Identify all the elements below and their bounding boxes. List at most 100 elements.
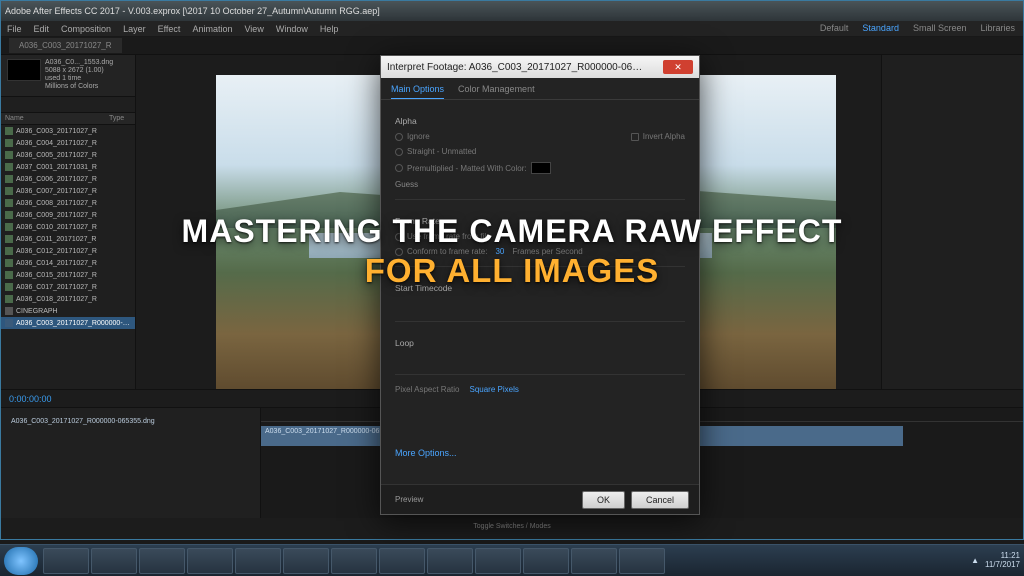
preview-toggle[interactable]: Preview xyxy=(391,495,576,504)
dialog-titlebar[interactable]: Interpret Footage: A036_C003_20171027_R0… xyxy=(381,56,699,78)
selected-colors: Millions of Colors xyxy=(45,83,113,90)
taskbar-clock[interactable]: 11:21 11/7/2017 xyxy=(985,552,1020,570)
project-item[interactable]: A036_C003_20171027_R xyxy=(1,125,135,137)
project-search[interactable] xyxy=(1,97,135,113)
comp-icon xyxy=(5,175,13,183)
project-item[interactable]: A036_C003_20171027_R000000-065355.dng xyxy=(1,317,135,329)
workspace-small[interactable]: Small Screen xyxy=(913,23,967,33)
project-item-name: A036_C004_20171027_R xyxy=(16,140,131,147)
layer-name: A036_C003_20171027_R000000-065355.dng xyxy=(11,418,155,425)
project-item[interactable]: CINEGRAPH xyxy=(1,305,135,317)
dialog-footer: Preview OK Cancel xyxy=(381,484,699,514)
selected-used: used 1 time xyxy=(45,75,113,82)
comp-tabs: A036_C003_20171027_R xyxy=(1,37,1023,55)
matte-color-swatch[interactable] xyxy=(531,162,551,174)
project-item[interactable]: A036_C006_20171027_R xyxy=(1,173,135,185)
taskbar-item[interactable] xyxy=(91,548,137,574)
project-item[interactable]: A036_C008_20171027_R xyxy=(1,197,135,209)
menu-composition[interactable]: Composition xyxy=(61,24,111,34)
taskbar-item[interactable] xyxy=(139,548,185,574)
taskbar-item[interactable] xyxy=(427,548,473,574)
project-header: A036_C0..._1553.dng 5088 x 2672 (1.00) u… xyxy=(1,55,135,97)
taskbar-item[interactable] xyxy=(523,548,569,574)
taskbar-item[interactable] xyxy=(475,548,521,574)
start-button[interactable] xyxy=(4,547,38,575)
workspace-standard[interactable]: Standard xyxy=(862,23,899,33)
comp-icon xyxy=(5,139,13,147)
cancel-button[interactable]: Cancel xyxy=(631,491,689,509)
workspace-libraries[interactable]: Libraries xyxy=(980,23,1015,33)
project-thumb xyxy=(7,59,41,81)
taskbar-item[interactable] xyxy=(43,548,89,574)
image-icon xyxy=(5,319,13,327)
selected-name: A036_C0..._1553.dng xyxy=(45,59,113,66)
project-item[interactable]: A036_C004_20171027_R xyxy=(1,137,135,149)
project-item[interactable]: A036_C005_20171027_R xyxy=(1,149,135,161)
taskbar-item[interactable] xyxy=(187,548,233,574)
comp-icon xyxy=(5,127,13,135)
comp-icon xyxy=(5,187,13,195)
opt-ignore[interactable]: Ignore xyxy=(395,132,430,141)
loop-section: Loop xyxy=(395,338,685,348)
col-name[interactable]: Name xyxy=(1,113,105,124)
project-item[interactable]: A036_C007_20171027_R xyxy=(1,185,135,197)
opt-invert-alpha[interactable]: Invert Alpha xyxy=(631,132,685,141)
project-item[interactable]: A037_C001_20171031_R xyxy=(1,161,135,173)
project-item[interactable]: A036_C018_20171027_R xyxy=(1,293,135,305)
project-item-name: A036_C003_20171027_R xyxy=(16,128,131,135)
tab-color-management[interactable]: Color Management xyxy=(458,84,535,99)
taskbar-item[interactable] xyxy=(619,548,665,574)
pixel-aspect-row: Pixel Aspect Ratio Square Pixels xyxy=(395,385,685,394)
tray-icon[interactable]: ▲ xyxy=(971,556,979,565)
timeline-layer-row[interactable]: A036_C003_20171027_R000000-065355.dng xyxy=(9,412,252,431)
taskbar-item[interactable] xyxy=(283,548,329,574)
taskbar-item[interactable] xyxy=(571,548,617,574)
menu-window[interactable]: Window xyxy=(276,24,308,34)
pixel-aspect-select[interactable]: Square Pixels xyxy=(469,385,518,394)
dialog-tabs: Main Options Color Management xyxy=(381,78,699,100)
project-item-name: CINEGRAPH xyxy=(16,308,131,315)
taskbar-item[interactable] xyxy=(331,548,377,574)
overlay-line2: FOR ALL IMAGES xyxy=(0,252,1024,290)
toggle-switches[interactable]: Toggle Switches / Modes xyxy=(473,523,550,530)
menu-help[interactable]: Help xyxy=(320,24,339,34)
ok-button[interactable]: OK xyxy=(582,491,625,509)
project-list-header: Name Type xyxy=(1,113,135,125)
comp-icon xyxy=(5,295,13,303)
dialog-title: Interpret Footage: A036_C003_20171027_R0… xyxy=(387,62,647,73)
window-title: Adobe After Effects CC 2017 - V.003.expr… xyxy=(5,6,380,16)
window-titlebar[interactable]: Adobe After Effects CC 2017 - V.003.expr… xyxy=(1,1,1023,21)
project-item-name: A036_C007_20171027_R xyxy=(16,188,131,195)
project-item-name: A036_C005_20171027_R xyxy=(16,152,131,159)
guess-button[interactable]: Guess xyxy=(395,180,418,189)
system-tray[interactable]: ▲ 11:21 11/7/2017 xyxy=(971,552,1020,570)
close-icon[interactable]: ✕ xyxy=(663,60,693,74)
timeline-timecode[interactable]: 0:00:00:00 xyxy=(9,394,52,404)
comp-tab[interactable]: A036_C003_20171027_R xyxy=(9,38,122,53)
menu-layer[interactable]: Layer xyxy=(123,24,146,34)
taskbar-item[interactable] xyxy=(379,548,425,574)
menu-effect[interactable]: Effect xyxy=(158,24,181,34)
project-item-name: A036_C006_20171027_R xyxy=(16,176,131,183)
opt-straight[interactable]: Straight - Unmatted xyxy=(395,147,685,156)
selected-dims: 5088 x 2672 (1.00) xyxy=(45,67,113,74)
menu-view[interactable]: View xyxy=(244,24,263,34)
desktop: Adobe After Effects CC 2017 - V.003.expr… xyxy=(0,0,1024,576)
comp-icon xyxy=(5,199,13,207)
workspace-default[interactable]: Default xyxy=(820,23,849,33)
col-type[interactable]: Type xyxy=(105,113,135,124)
alpha-section: Alpha xyxy=(395,116,685,126)
project-item-name: A036_C008_20171027_R xyxy=(16,200,131,207)
menu-file[interactable]: File xyxy=(7,24,22,34)
tab-main-options[interactable]: Main Options xyxy=(391,84,444,99)
taskbar-item[interactable] xyxy=(235,548,281,574)
overlay-line1: MASTERING THE CAMERA RAW EFFECT xyxy=(0,213,1024,250)
menu-animation[interactable]: Animation xyxy=(192,24,232,34)
more-options-button[interactable]: More Options... xyxy=(395,446,685,460)
project-item-name: A037_C001_20171031_R xyxy=(16,164,131,171)
menu-edit[interactable]: Edit xyxy=(34,24,50,34)
timeline-layer-list: A036_C003_20171027_R000000-065355.dng xyxy=(1,408,261,518)
folder-icon xyxy=(5,307,13,315)
opt-premult[interactable]: Premultiplied - Matted With Color: xyxy=(395,162,685,174)
workspace-switcher: Default Standard Small Screen Libraries xyxy=(820,23,1015,33)
